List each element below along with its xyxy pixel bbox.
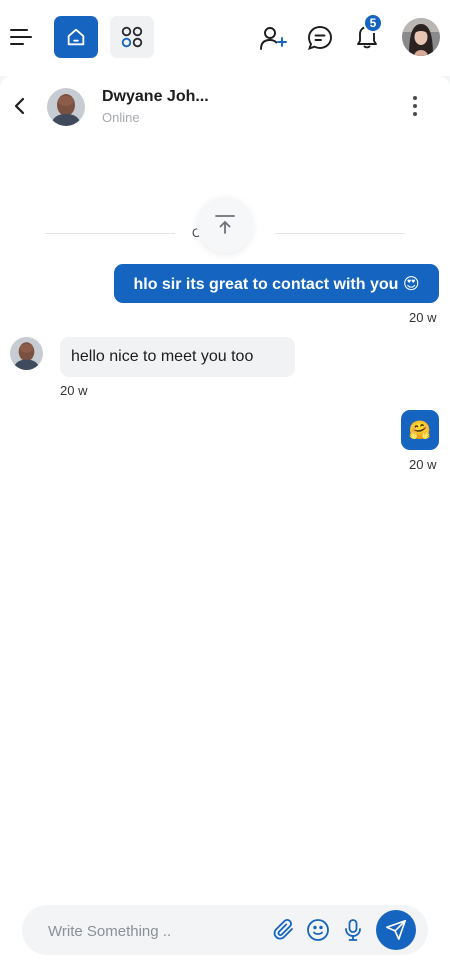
chat-panel: Dwyane Joh... Online O... 01 hlo sir its…	[0, 76, 450, 975]
message-timestamp: 20 w	[60, 383, 88, 398]
more-options-button[interactable]	[405, 94, 425, 118]
voice-record-button[interactable]	[341, 918, 365, 942]
paperclip-icon	[273, 918, 293, 940]
contact-status: Online	[102, 110, 140, 125]
attach-button[interactable]	[272, 918, 296, 942]
chat-icon	[307, 26, 332, 51]
apps-button[interactable]	[110, 16, 154, 58]
top-navigation-bar: 5	[0, 0, 450, 76]
add-user-icon	[260, 27, 287, 50]
emoji-button[interactable]	[306, 918, 330, 942]
send-icon	[386, 920, 406, 940]
home-button[interactable]	[54, 16, 98, 58]
message-input[interactable]	[48, 920, 248, 942]
message-bubble-outgoing[interactable]: hlo sir its great to contact with you 😍	[114, 264, 439, 303]
contact-avatar[interactable]	[47, 88, 85, 126]
menu-icon[interactable]	[10, 26, 34, 48]
send-button[interactable]	[376, 910, 416, 950]
message-timestamp: 20 w	[409, 310, 437, 325]
messages-button[interactable]	[305, 23, 335, 53]
smile-icon	[307, 919, 329, 941]
apps-icon	[121, 26, 143, 48]
message-bubble-incoming[interactable]: hello nice to meet you too	[60, 337, 295, 377]
user-avatar[interactable]	[402, 18, 440, 56]
message-timestamp: 20 w	[409, 457, 437, 472]
contact-name: Dwyane Joh...	[102, 88, 209, 105]
more-vertical-icon	[413, 96, 417, 100]
scroll-to-top-button[interactable]	[197, 197, 253, 253]
add-user-button[interactable]	[258, 23, 288, 53]
arrow-up-to-line-icon	[215, 215, 235, 234]
message-bubble-outgoing-emoji[interactable]: 🤗	[401, 410, 439, 450]
back-button[interactable]	[8, 94, 32, 118]
microphone-icon	[345, 919, 361, 941]
sender-avatar[interactable]	[10, 337, 43, 370]
home-icon	[67, 28, 85, 46]
notification-badge: 5	[363, 13, 383, 33]
chevron-left-icon	[14, 97, 25, 115]
message-composer	[22, 905, 428, 955]
date-divider-line-right	[275, 233, 405, 234]
date-divider-line-left	[45, 233, 175, 234]
